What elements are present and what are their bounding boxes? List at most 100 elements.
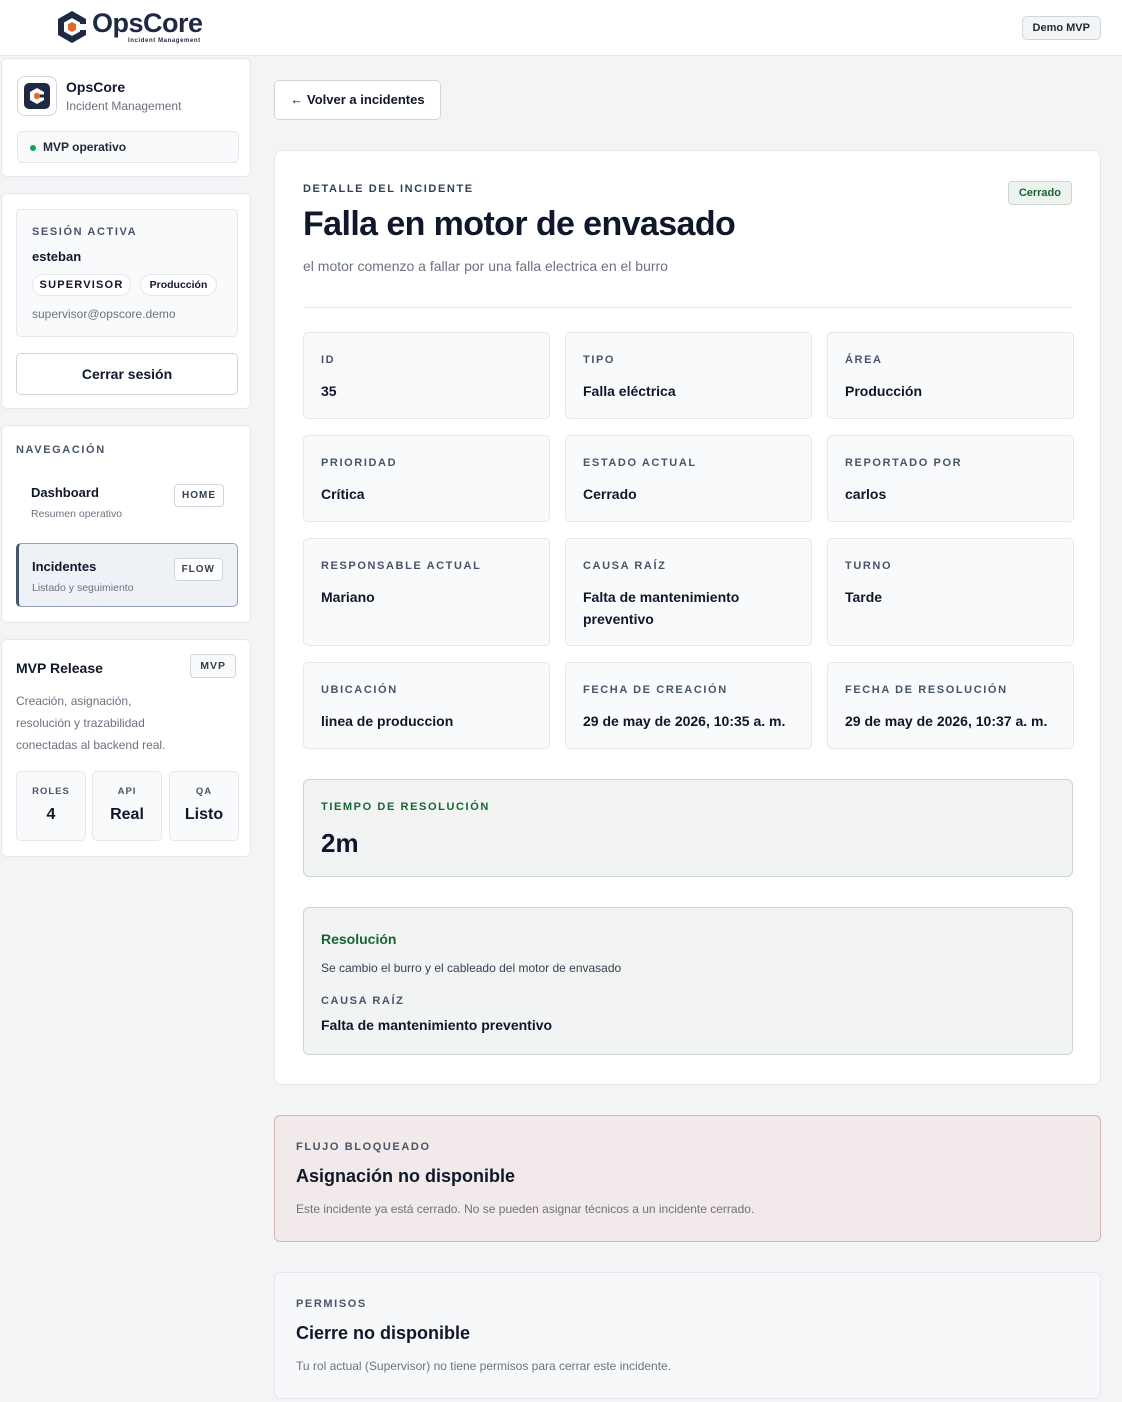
- stat-api: API Real: [92, 771, 162, 841]
- field-label: FECHA DE CREACIÓN: [583, 684, 728, 696]
- divider: [303, 307, 1073, 308]
- nav-item-label: Incidentes: [32, 559, 97, 574]
- nav-item-tag: HOME: [174, 484, 224, 507]
- stat-key: API: [117, 786, 137, 797]
- brand-subtitle: Incident Management: [66, 99, 182, 113]
- blocked-flow-notice: FLUJO BLOQUEADO Asignación no disponible…: [274, 1115, 1101, 1242]
- resolution-time-label: TIEMPO DE RESOLUCIÓN: [321, 801, 490, 813]
- resolution-text: Se cambio el burro y el cableado del mot…: [321, 961, 622, 975]
- session-username: esteban: [32, 249, 82, 264]
- sidebar: OpsCore Incident Management MVP operativ…: [0, 56, 252, 1402]
- status-dot-icon: [30, 145, 36, 151]
- sidebar-item-dashboard[interactable]: Dashboard Resumen operativo HOME: [16, 470, 238, 534]
- field-value: Falla eléctrica: [583, 383, 676, 399]
- brand-title: OpsCore: [66, 79, 126, 95]
- blocked-title: Asignación no disponible: [296, 1166, 516, 1186]
- detail-eyebrow: DETALLE DEL INCIDENTE: [303, 183, 474, 195]
- field-value: carlos: [845, 486, 887, 502]
- field-ubicacion: UBICACIÓN linea de produccion: [303, 662, 550, 749]
- permissions-text: Tu rol actual (Supervisor) no tiene perm…: [296, 1359, 672, 1373]
- field-value: 29 de may de 2026, 10:37 a. m.: [845, 713, 1048, 729]
- field-value: Cerrado: [583, 486, 637, 502]
- field-value: Falta de mantenimiento preventivo: [583, 589, 740, 627]
- nav-heading: NAVEGACIÓN: [16, 444, 106, 456]
- release-tag: MVP: [190, 654, 236, 678]
- field-value: Producción: [845, 383, 923, 399]
- session-email: supervisor@opscore.demo: [32, 307, 176, 321]
- resolution-cause-value: Falta de mantenimiento preventivo: [321, 1017, 553, 1033]
- field-label: UBICACIÓN: [321, 684, 398, 696]
- field-value: 35: [321, 383, 337, 399]
- session-card: SESIÓN ACTIVA esteban SUPERVISOR Producc…: [1, 193, 251, 409]
- session-heading: SESIÓN ACTIVA: [32, 226, 138, 238]
- navigation-card: NAVEGACIÓN Dashboard Resumen operativo H…: [1, 425, 251, 623]
- field-label: ESTADO ACTUAL: [583, 457, 697, 469]
- brand-card: OpsCore Incident Management MVP operativ…: [1, 58, 251, 177]
- stat-value: Real: [110, 806, 144, 823]
- field-label: TURNO: [845, 560, 893, 572]
- field-id: ID 35: [303, 332, 550, 419]
- field-estado-actual: ESTADO ACTUAL Cerrado: [565, 435, 812, 522]
- resolution-cause-label: CAUSA RAÍZ: [321, 995, 405, 1007]
- field-label: TIPO: [583, 354, 616, 366]
- incident-detail-card: DETALLE DEL INCIDENTE Cerrado Falla en m…: [274, 150, 1101, 1085]
- incident-description: el motor comenzo a fallar por una falla …: [303, 258, 668, 274]
- stat-roles: ROLES 4: [16, 771, 86, 841]
- brand-logo-icon: [17, 76, 57, 116]
- mvp-status-pill: MVP operativo: [17, 131, 239, 163]
- sidebar-item-incidentes[interactable]: Incidentes Listado y seguimiento FLOW: [16, 543, 238, 607]
- release-title: MVP Release: [16, 660, 103, 676]
- field-prioridad: PRIORIDAD Crítica: [303, 435, 550, 522]
- release-description: Creación, asignación, resolución y traza…: [16, 694, 166, 752]
- field-fecha-resolucion: FECHA DE RESOLUCIÓN 29 de may de 2026, 1…: [827, 662, 1074, 749]
- stat-value: Listo: [184, 806, 224, 823]
- nav-item-tag: FLOW: [173, 558, 223, 581]
- field-value: Mariano: [321, 589, 375, 605]
- nav-item-label: Dashboard: [31, 485, 99, 500]
- field-value: linea de produccion: [321, 713, 454, 729]
- nav-item-sub: Listado y seguimiento: [32, 582, 134, 594]
- field-fecha-creacion: FECHA DE CREACIÓN 29 de may de 2026, 10:…: [565, 662, 812, 749]
- top-bar: OpsCore Incident Management Demo MVP: [0, 0, 1122, 56]
- permissions-eyebrow: PERMISOS: [296, 1298, 367, 1310]
- field-label: FECHA DE RESOLUCIÓN: [845, 684, 1008, 696]
- field-tipo: TIPO Falla eléctrica: [565, 332, 812, 419]
- release-card: MVP Release MVP Creación, asignación, re…: [1, 639, 251, 857]
- field-turno: TURNO Tarde: [827, 538, 1074, 646]
- session-info: SESIÓN ACTIVA esteban SUPERVISOR Producc…: [16, 209, 238, 337]
- resolution-time-box: TIEMPO DE RESOLUCIÓN 2m: [303, 779, 1073, 877]
- status-badge: Cerrado: [1007, 181, 1072, 205]
- opscore-logo[interactable]: OpsCore Incident Management: [56, 10, 203, 44]
- field-label: ÁREA: [845, 354, 883, 366]
- demo-badge: Demo MVP: [1021, 16, 1101, 40]
- resolution-title: Resolución: [321, 931, 397, 947]
- permissions-title: Cierre no disponible: [296, 1323, 471, 1343]
- field-area: ÁREA Producción: [827, 332, 1074, 419]
- nav-item-sub: Resumen operativo: [31, 508, 123, 520]
- stat-key: ROLES: [32, 786, 70, 797]
- logo-subtitle: Incident Management: [128, 38, 201, 44]
- role-badge: SUPERVISOR: [32, 274, 131, 296]
- blocked-text: Este incidente ya está cerrado. No se pu…: [296, 1202, 755, 1216]
- mvp-status-label: MVP operativo: [43, 140, 127, 154]
- stat-qa: QA Listo: [169, 771, 239, 841]
- field-reportado-por: REPORTADO POR carlos: [827, 435, 1074, 522]
- opscore-logo-icon: [58, 11, 87, 43]
- stat-value: 4: [46, 806, 56, 823]
- resolution-time-value: 2m: [321, 828, 359, 858]
- field-label: REPORTADO POR: [845, 457, 963, 469]
- field-label: ID: [321, 354, 336, 366]
- area-badge: Producción: [140, 274, 217, 296]
- field-value: Crítica: [321, 486, 365, 502]
- back-to-incidents-button[interactable]: ← Volver a incidentes: [274, 80, 441, 120]
- field-causa-raiz: CAUSA RAÍZ Falta de mantenimiento preven…: [565, 538, 812, 646]
- blocked-eyebrow: FLUJO BLOQUEADO: [296, 1141, 431, 1153]
- permissions-notice: PERMISOS Cierre no disponible Tu rol act…: [274, 1272, 1101, 1399]
- field-label: CAUSA RAÍZ: [583, 560, 667, 572]
- field-label: RESPONSABLE ACTUAL: [321, 560, 482, 572]
- logout-button[interactable]: Cerrar sesión: [16, 353, 238, 395]
- stat-key: QA: [195, 786, 213, 797]
- field-label: PRIORIDAD: [321, 457, 398, 469]
- field-value: 29 de may de 2026, 10:35 a. m.: [583, 713, 786, 729]
- logo-name: OpsCore: [92, 8, 203, 38]
